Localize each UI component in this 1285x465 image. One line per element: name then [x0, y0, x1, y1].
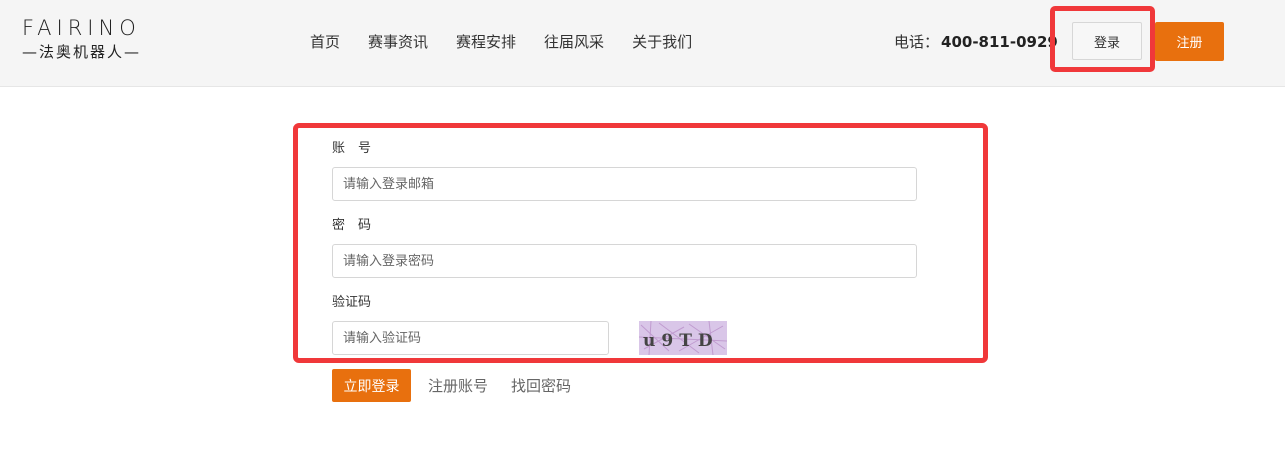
nav-item-home[interactable]: 首页	[310, 30, 340, 54]
nav-item-past-events[interactable]: 往届风采	[544, 30, 604, 54]
account-label: 账 号	[332, 141, 372, 156]
captcha-graphic: u9TD	[639, 321, 727, 355]
password-label: 密 码	[332, 218, 372, 233]
captcha-label: 验证码	[332, 295, 372, 310]
logo-text-cn: —法奥机器人—	[22, 43, 142, 61]
password-input[interactable]	[332, 244, 917, 278]
recover-password-link[interactable]: 找回密码	[511, 376, 571, 396]
main-nav: 首页 赛事资讯 赛程安排 往届风采 关于我们	[296, 30, 720, 54]
register-button[interactable]: 注册	[1155, 22, 1224, 61]
nav-item-news[interactable]: 赛事资讯	[368, 30, 428, 54]
captcha-text: u9TD	[643, 331, 719, 351]
phone-info: 电话： 400-811-0929	[894, 31, 1058, 53]
nav-item-schedule[interactable]: 赛程安排	[456, 30, 516, 54]
phone-number: 400-811-0929	[941, 33, 1058, 51]
login-button[interactable]: 登录	[1072, 22, 1142, 60]
captcha-image[interactable]: u9TD	[639, 321, 727, 355]
register-account-link[interactable]: 注册账号	[428, 376, 488, 396]
account-input[interactable]	[332, 167, 917, 201]
brand-logo[interactable]: FAIRINO —法奥机器人—	[22, 16, 177, 66]
logo-text-en: FAIRINO	[22, 16, 141, 40]
captcha-input[interactable]	[332, 321, 609, 355]
submit-login-button[interactable]: 立即登录	[332, 369, 411, 402]
nav-item-about[interactable]: 关于我们	[632, 30, 692, 54]
phone-label: 电话：	[894, 33, 940, 51]
top-header: FAIRINO —法奥机器人— 首页 赛事资讯 赛程安排 往届风采 关于我们 电…	[0, 0, 1285, 87]
